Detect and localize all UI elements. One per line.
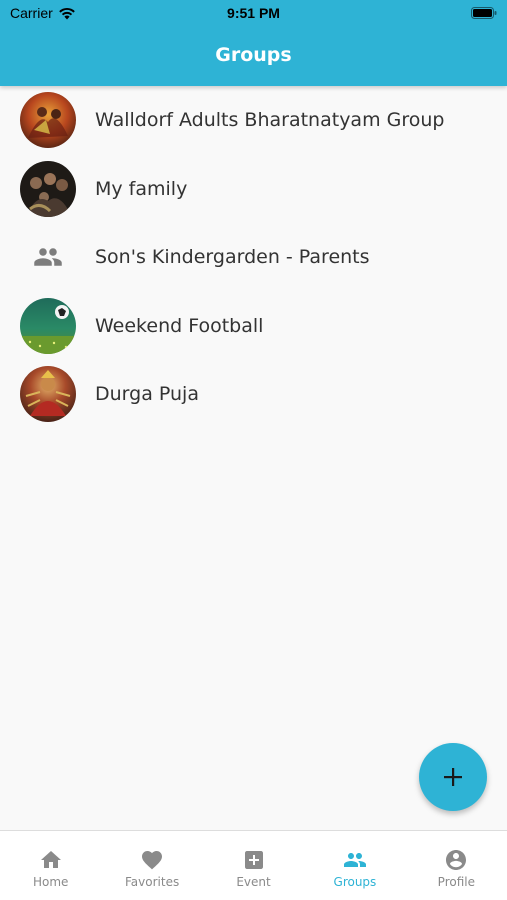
group-name: My family bbox=[95, 177, 188, 200]
nav-label: Event bbox=[236, 875, 271, 889]
status-bar: Carrier 9:51 PM bbox=[0, 0, 507, 28]
nav-item-event[interactable]: Event bbox=[203, 831, 304, 900]
page-title: Groups bbox=[215, 44, 292, 66]
group-name: Walldorf Adults Bharatnatyam Group bbox=[95, 109, 445, 132]
list-item[interactable]: Son's Kindergarden - Parents bbox=[0, 223, 507, 292]
group-list: Walldorf Adults Bharatnatyam Group My fa… bbox=[0, 86, 507, 429]
group-avatar bbox=[20, 92, 76, 149]
plus-icon bbox=[444, 768, 462, 786]
add-group-button[interactable] bbox=[419, 743, 487, 811]
nav-label: Home bbox=[32, 875, 69, 889]
group-name: Son's Kindergarden - Parents bbox=[95, 246, 370, 269]
list-item[interactable]: Durga Puja bbox=[0, 360, 507, 429]
group-avatar bbox=[20, 229, 76, 285]
nav-item-favorites[interactable]: Favorites bbox=[101, 831, 202, 900]
bottom-nav: Home Favorites Event Groups Profile bbox=[0, 830, 507, 900]
groups-screen: Carrier 9:51 PM Groups Walldorf Adults B… bbox=[0, 0, 507, 900]
status-time: 9:51 PM bbox=[227, 5, 280, 21]
nav-label: Favorites bbox=[125, 875, 180, 889]
group-avatar bbox=[20, 366, 76, 423]
nav-item-groups[interactable]: Groups bbox=[304, 831, 405, 900]
nav-label: Groups bbox=[333, 875, 377, 889]
heart-icon bbox=[142, 851, 163, 870]
account-icon bbox=[446, 850, 467, 870]
nav-item-profile[interactable]: Profile bbox=[406, 831, 507, 900]
home-icon bbox=[40, 851, 61, 868]
add-box-icon bbox=[244, 851, 263, 869]
group-avatar bbox=[20, 297, 76, 354]
nav-label: Profile bbox=[437, 875, 475, 889]
group-name: Durga Puja bbox=[95, 383, 199, 406]
nav-item-home[interactable]: Home bbox=[0, 831, 101, 900]
list-item[interactable]: My family bbox=[0, 155, 507, 224]
group-icon bbox=[34, 248, 62, 266]
list-item[interactable]: Weekend Football bbox=[0, 292, 507, 361]
list-item[interactable]: Walldorf Adults Bharatnatyam Group bbox=[0, 86, 507, 155]
battery-icon bbox=[471, 7, 497, 19]
people-icon bbox=[343, 853, 366, 867]
group-name: Weekend Football bbox=[95, 314, 264, 337]
app-bar: Carrier 9:51 PM Groups bbox=[0, 0, 507, 86]
group-avatar bbox=[20, 160, 76, 217]
